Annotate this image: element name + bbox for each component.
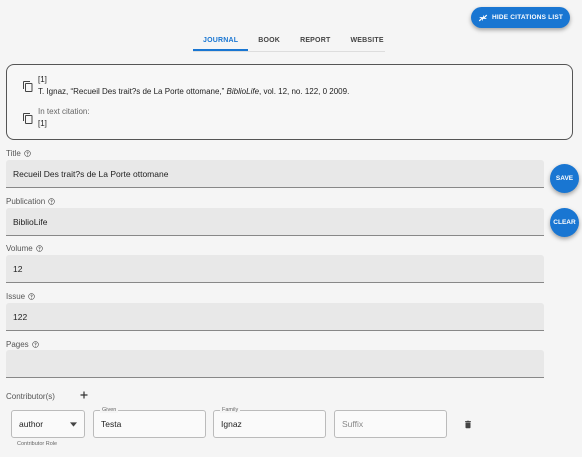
tabs-divider — [193, 51, 385, 52]
citation-text: T. Ignaz, “Recueil Des trait?s de La Por… — [38, 87, 349, 96]
volume-label: Volume — [6, 244, 43, 253]
family-name-label: Family — [220, 407, 241, 413]
title-input[interactable]: Recueil Des trait?s de La Porte ottomane — [6, 160, 544, 188]
volume-label-text: Volume — [6, 244, 33, 253]
publication-label-text: Publication — [6, 197, 46, 206]
clear-button[interactable]: CLEAR — [550, 208, 579, 237]
tab-journal[interactable]: JOURNAL — [193, 29, 249, 51]
title-label-text: Title — [6, 149, 21, 158]
help-icon[interactable] — [48, 198, 55, 205]
in-text-citation-value: [1] — [38, 119, 47, 128]
given-name-label: Given — [100, 407, 119, 413]
trash-icon[interactable] — [463, 419, 473, 430]
pages-label: Pages — [6, 340, 39, 349]
tab-book[interactable]: BOOK — [248, 29, 290, 51]
given-name-field[interactable]: Given Testa — [93, 407, 206, 438]
copy-intext-icon[interactable] — [22, 112, 34, 125]
contributor-role-label: Contributor Role — [17, 441, 58, 447]
contributor-role-value: author — [19, 419, 44, 429]
help-icon[interactable] — [31, 341, 39, 348]
issue-label-text: Issue — [6, 292, 26, 301]
tab-report[interactable]: REPORT — [290, 29, 340, 51]
publication-label: Publication — [6, 197, 55, 206]
title-label: Title — [6, 149, 31, 158]
help-icon[interactable] — [28, 293, 35, 300]
suffix-placeholder: Suffix — [342, 419, 364, 429]
dropdown-arrow-icon — [70, 421, 77, 427]
citation-number: [1] — [38, 75, 47, 84]
citation-text-prefix: T. Ignaz, “Recueil Des trait?s de La Por… — [38, 87, 227, 96]
suffix-field[interactable]: Suffix — [334, 410, 447, 438]
issue-input[interactable]: 122 — [6, 303, 544, 331]
volume-input[interactable]: 12 — [6, 255, 544, 283]
pages-label-text: Pages — [6, 340, 29, 349]
in-text-citation-label: In text citation: — [38, 107, 90, 116]
pages-input[interactable] — [6, 350, 544, 378]
family-name-value: Ignaz — [221, 419, 242, 429]
citation-journal: BiblioLife — [226, 87, 260, 96]
family-name-field[interactable]: Family Ignaz — [213, 407, 326, 438]
help-icon[interactable] — [24, 150, 31, 157]
hide-citations-button[interactable]: HIDE CITATIONS LIST — [471, 7, 570, 28]
issue-label: Issue — [6, 292, 35, 301]
save-button[interactable]: SAVE — [550, 164, 579, 193]
plus-icon[interactable] — [78, 389, 90, 401]
citation-type-tabs: JOURNAL BOOK REPORT WEBSITE — [193, 29, 394, 51]
citation-preview: [1] T. Ignaz, “Recueil Des trait?s de La… — [6, 64, 573, 140]
citation-text-suffix: , vol. 12, no. 122, 0 2009. — [259, 87, 350, 96]
tab-website[interactable]: WEBSITE — [340, 29, 393, 51]
compress-icon — [478, 14, 488, 21]
given-name-value: Testa — [101, 419, 122, 429]
help-icon[interactable] — [35, 245, 43, 252]
publication-input[interactable]: BiblioLife — [6, 208, 544, 236]
hide-citations-label: HIDE CITATIONS LIST — [491, 14, 564, 21]
copy-icon[interactable] — [22, 80, 34, 93]
contributor-role-select[interactable]: author — [11, 410, 85, 438]
contributors-label: Contributor(s) — [6, 392, 55, 401]
